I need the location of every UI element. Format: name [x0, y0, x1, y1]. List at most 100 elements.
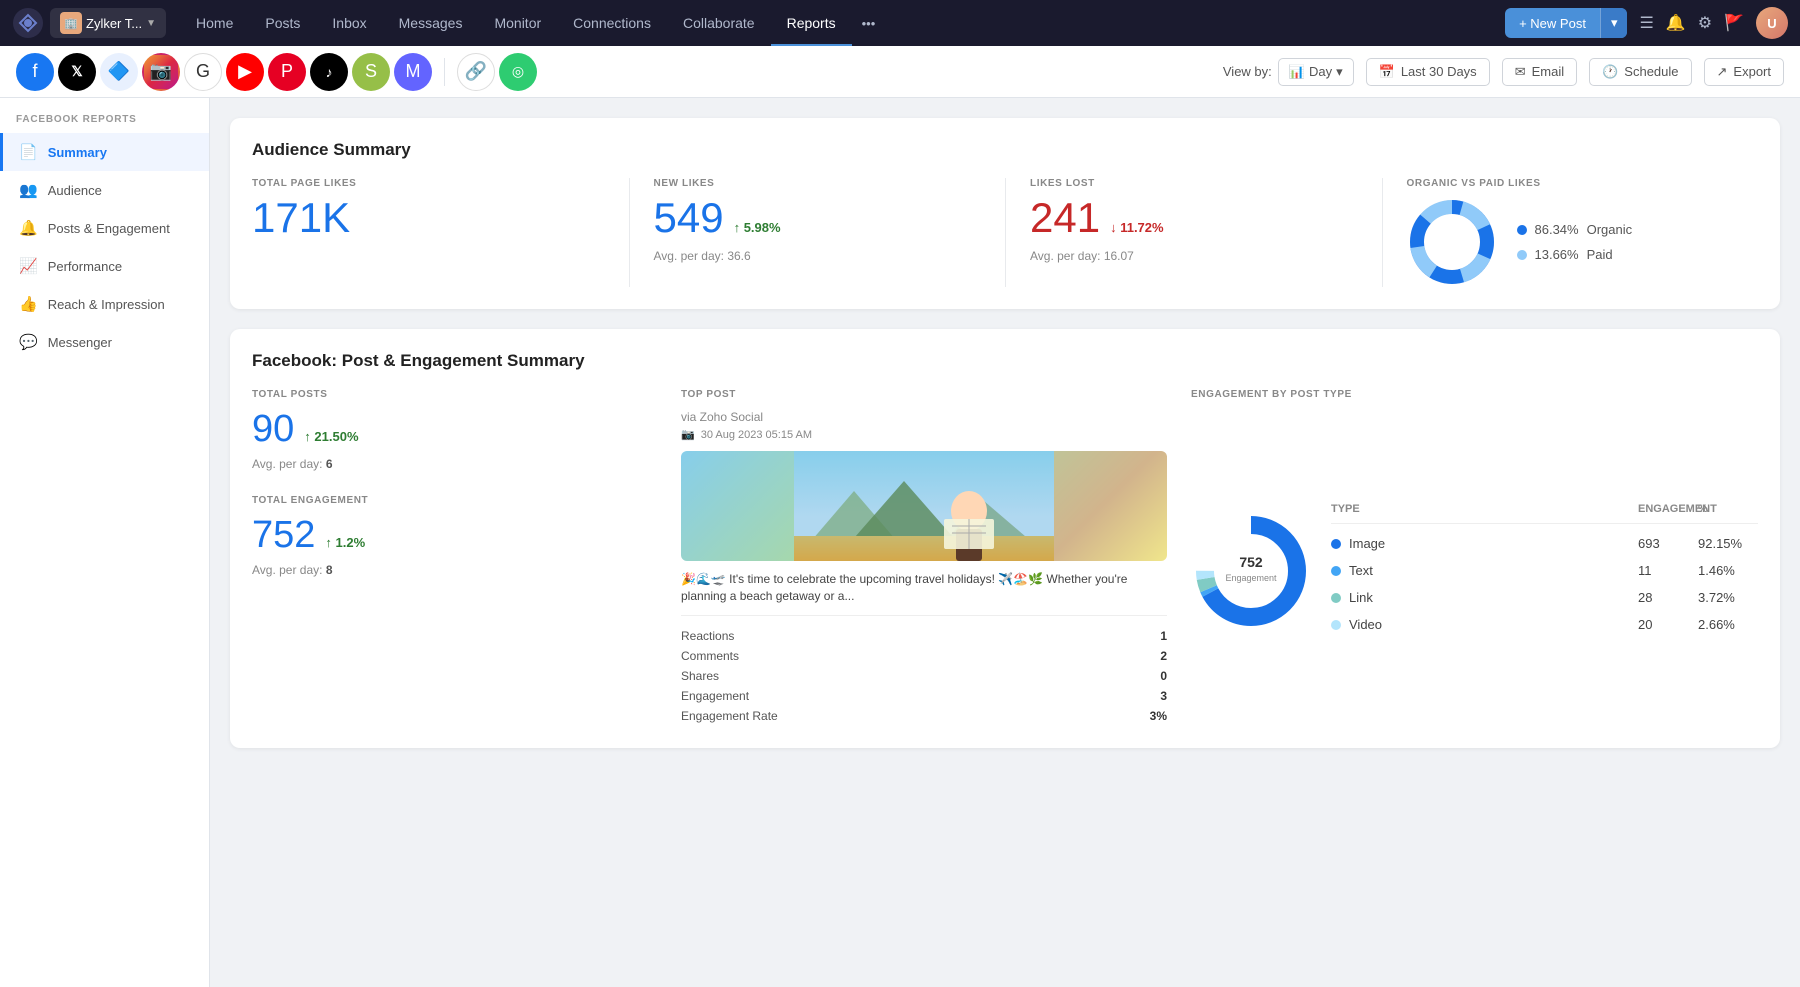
total-engagement-value: 752 [252, 514, 315, 557]
gear-icon[interactable]: ⚙ [1698, 13, 1712, 33]
new-post-label[interactable]: + New Post [1505, 9, 1600, 38]
likes-lost-change: 11.72% [1110, 220, 1164, 235]
total-posts-avg: Avg. per day: 6 [252, 457, 657, 471]
platform-instagram[interactable]: 📷 [142, 53, 180, 91]
engagement-by-type-column: ENGAGEMENT BY POST TYPE [1191, 389, 1758, 726]
engagement-rate-value: 3% [1150, 709, 1167, 723]
nav-messages[interactable]: Messages [383, 0, 479, 46]
stat-engagement-rate: Engagement Rate 3% [681, 706, 1167, 726]
engagement-row-video: Video 20 2.66% [1331, 611, 1758, 638]
total-posts-value: 90 [252, 408, 294, 451]
total-posts-change: 21.50% [304, 429, 358, 444]
main-layout: FACEBOOK REPORTS 📄 Summary 👥 Audience 🔔 … [0, 98, 1800, 987]
paid-pct: 13.66% [1535, 247, 1579, 262]
total-posts-section: TOTAL POSTS 90 21.50% Avg. per day: 6 [252, 389, 657, 471]
stat-reactions: Reactions 1 [681, 626, 1167, 646]
link-dot [1331, 593, 1341, 603]
likes-lost-avg: Avg. per day: 16.07 [1030, 249, 1358, 263]
post-engagement-grid: TOTAL POSTS 90 21.50% Avg. per day: 6 TO… [252, 389, 1758, 726]
menu-icon[interactable]: ☰ [1639, 13, 1653, 33]
paid-dot [1517, 250, 1527, 260]
nav-posts[interactable]: Posts [249, 0, 316, 46]
total-engagement-label: TOTAL ENGAGEMENT [252, 495, 657, 506]
sidebar-label-audience: Audience [48, 183, 102, 198]
sidebar-item-messenger[interactable]: 💬 Messenger [0, 323, 209, 361]
top-post-header: TOP POST [681, 389, 1167, 400]
sidebar-label-posts: Posts & Engagement [48, 221, 170, 236]
organic-pct: 86.34% [1535, 222, 1579, 237]
platform-youtube[interactable]: ▶ [226, 53, 264, 91]
schedule-label: Schedule [1624, 64, 1678, 79]
sidebar-label-reach: Reach & Impression [48, 297, 165, 312]
platform-google[interactable]: G [184, 53, 222, 91]
organic-dot [1517, 225, 1527, 235]
organic-paid-chart: 86.34% Organic 13.66% Paid [1407, 197, 1735, 287]
likes-lost-metric: LIKES LOST 241 11.72% Avg. per day: 16.0… [1005, 178, 1382, 287]
nav-monitor[interactable]: Monitor [478, 0, 557, 46]
platform-bar: f 𝕏 🔷 📷 G ▶ P ♪ S M 🔗 ◎ View by: 📊 Day ▾… [0, 46, 1800, 98]
col-engagement: ENGAGEMENT [1638, 503, 1698, 515]
app-logo [12, 7, 44, 39]
platform-tiktok[interactable]: ♪ [310, 53, 348, 91]
schedule-button[interactable]: 🕐 Schedule [1589, 58, 1691, 86]
platform-shopify[interactable]: S [352, 53, 390, 91]
user-avatar[interactable]: U [1756, 7, 1788, 39]
sidebar-item-summary[interactable]: 📄 Summary [0, 133, 209, 171]
export-button[interactable]: ↗ Export [1704, 58, 1784, 86]
main-navigation: Home Posts Inbox Messages Monitor Connec… [180, 0, 1499, 46]
view-by-container: View by: 📊 Day ▾ [1223, 58, 1354, 86]
platform-facebook[interactable]: f [16, 53, 54, 91]
platform-extra2[interactable]: ◎ [499, 53, 537, 91]
sidebar-item-audience[interactable]: 👥 Audience [0, 171, 209, 209]
nav-reports[interactable]: Reports [771, 0, 852, 46]
sidebar-item-performance[interactable]: 📈 Performance [0, 247, 209, 285]
summary-icon: 📄 [19, 143, 38, 161]
nav-connections[interactable]: Connections [557, 0, 667, 46]
export-label: Export [1733, 64, 1771, 79]
flag-icon[interactable]: 🚩 [1724, 13, 1744, 33]
engagement-donut-area: 752 Engagement TYPE ENGAGEMENT % [1191, 416, 1758, 726]
stat-engagement: Engagement 3 [681, 686, 1167, 706]
new-likes-value: 549 [654, 197, 724, 239]
post-left-column: TOTAL POSTS 90 21.50% Avg. per day: 6 TO… [252, 389, 657, 726]
sidebar-item-posts-engagement[interactable]: 🔔 Posts & Engagement [0, 209, 209, 247]
nav-home[interactable]: Home [180, 0, 249, 46]
engagement-row-link: Link 28 3.72% [1331, 584, 1758, 611]
platform-bar-right: View by: 📊 Day ▾ 📅 Last 30 Days ✉ Email … [1223, 58, 1784, 86]
engagement-value: 3 [1160, 689, 1167, 703]
platform-mastodon[interactable]: M [394, 53, 432, 91]
bell-icon[interactable]: 🔔 [1666, 13, 1686, 33]
nav-inbox[interactable]: Inbox [316, 0, 382, 46]
brand-switcher[interactable]: 🏢 Zylker T... ▼ [50, 8, 166, 38]
platform-pinterest[interactable]: P [268, 53, 306, 91]
platform-linkedin[interactable]: 🔷 [100, 53, 138, 91]
shares-label: Shares [681, 669, 719, 683]
sidebar-item-reach[interactable]: 👍 Reach & Impression [0, 285, 209, 323]
brand-name: Zylker T... [86, 16, 142, 31]
messenger-icon: 💬 [19, 333, 38, 351]
organic-label: Organic [1587, 222, 1633, 237]
image-count: 693 [1638, 536, 1698, 551]
text-pct: 1.46% [1698, 563, 1758, 578]
audience-summary-card: Audience Summary TOTAL PAGE LIKES 171K N… [230, 118, 1780, 309]
eng-type-video: Video [1331, 617, 1638, 632]
email-button[interactable]: ✉ Email [1502, 58, 1577, 86]
organic-paid-legend: 86.34% Organic 13.66% Paid [1517, 222, 1633, 262]
platform-separator [444, 58, 445, 86]
platform-extra1[interactable]: 🔗 [457, 53, 495, 91]
sidebar: FACEBOOK REPORTS 📄 Summary 👥 Audience 🔔 … [0, 98, 210, 987]
total-page-likes-value: 171K [252, 197, 605, 239]
date-range-button[interactable]: 📅 Last 30 Days [1366, 58, 1490, 86]
topnav-right: + New Post ▾ ☰ 🔔 ⚙ 🚩 U [1505, 7, 1788, 39]
nav-more[interactable]: ••• [852, 0, 886, 46]
view-by-select[interactable]: 📊 Day ▾ [1278, 58, 1354, 86]
platform-twitter[interactable]: 𝕏 [58, 53, 96, 91]
email-label: Email [1532, 64, 1565, 79]
new-likes-change: 5.98% [734, 220, 781, 235]
new-post-caret[interactable]: ▾ [1600, 8, 1628, 38]
total-page-likes-label: TOTAL PAGE LIKES [252, 178, 605, 189]
reactions-value: 1 [1160, 629, 1167, 643]
new-post-button[interactable]: + New Post ▾ [1505, 8, 1627, 38]
nav-collaborate[interactable]: Collaborate [667, 0, 771, 46]
engagement-rate-label: Engagement Rate [681, 709, 778, 723]
